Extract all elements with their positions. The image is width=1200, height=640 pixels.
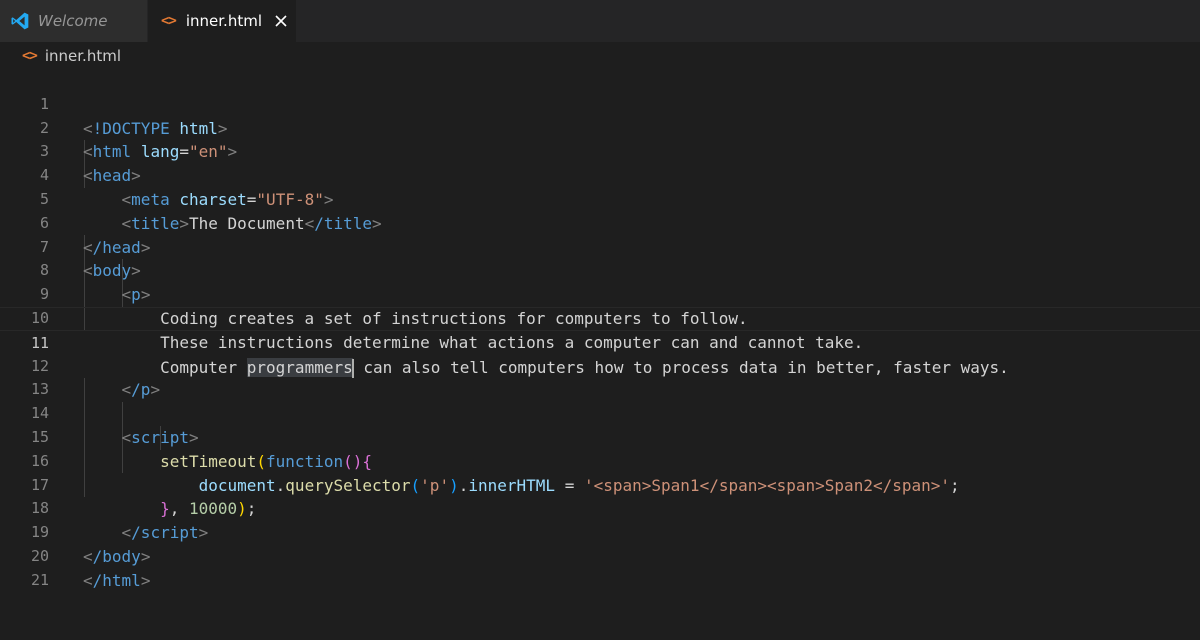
code-line: 13 [0, 355, 1200, 398]
code-line: 5 <title>The Document</title> [0, 164, 1200, 233]
code-line: 2 <html lang="en"> [0, 93, 1200, 162]
code-line: 7 <body> [0, 212, 1200, 281]
code-line: 1 <!DOCTYPE html> [0, 69, 1200, 138]
code-line: 12 </p> [0, 331, 1200, 400]
code-line: 15 setTimeout(function(){ [0, 402, 1200, 471]
close-icon[interactable] [274, 14, 288, 28]
code-line: 20 </html> [0, 521, 1200, 590]
breadcrumb-file[interactable]: inner.html [45, 47, 121, 65]
vscode-icon [10, 11, 30, 31]
code-line: 16 document.querySelector('p').innerHTML… [0, 426, 1200, 495]
tab-welcome-label: Welcome [38, 12, 108, 30]
code-line: 18 </script> [0, 474, 1200, 542]
code-line: 8 <p> [0, 236, 1200, 304]
line-number: 21 [30, 570, 49, 589]
code-line: 10 These instructions determine what act… [0, 283, 1200, 352]
code-line: 4 <meta charset="UTF-8"> [0, 140, 1200, 209]
code-line: 9 Coding creates a set of instructions f… [0, 259, 1200, 328]
code-line: 21 [0, 545, 1200, 589]
code-editor[interactable]: 1 <!DOCTYPE html> 2 <html lang="en"> 3 <… [0, 69, 1200, 590]
tab-inner-html[interactable]: <> inner.html [148, 0, 296, 42]
code-line: 14 <script> [0, 378, 1200, 447]
code-line-current: 11 Computer programmers can also tell co… [0, 306, 1200, 378]
tab-bar: Welcome <> inner.html [0, 0, 1200, 42]
code-line: 17 }, 10000); [0, 450, 1200, 519]
html-file-icon: <> [161, 13, 177, 29]
code-line: 19 </body> [0, 497, 1200, 566]
tab-inner-html-label: inner.html [185, 12, 262, 30]
code-line: 6 </head> [0, 188, 1200, 257]
code-line: 3 <head> [0, 117, 1200, 185]
tab-welcome[interactable]: Welcome [0, 0, 148, 42]
html-file-icon: <> [22, 48, 38, 64]
breadcrumb: <> inner.html [0, 42, 1200, 70]
